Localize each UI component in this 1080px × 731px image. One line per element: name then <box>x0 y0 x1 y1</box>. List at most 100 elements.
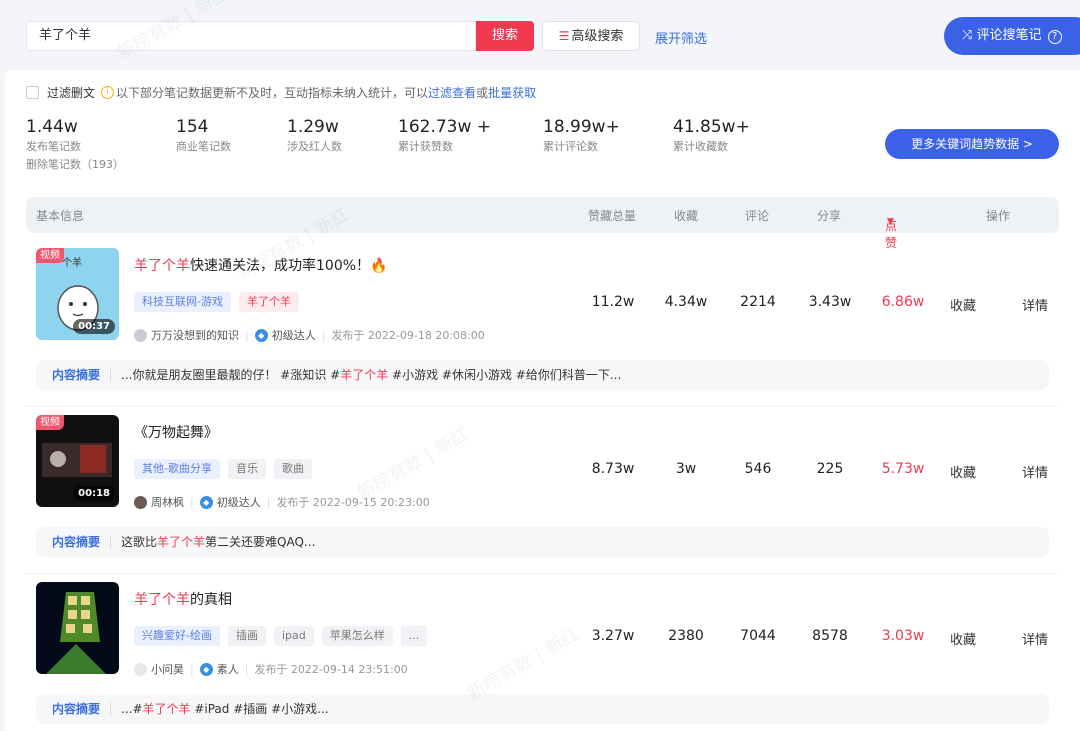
tag-category[interactable]: 兴趣爱好-绘画 <box>134 626 220 646</box>
expand-filter-link[interactable]: 展开筛选 <box>655 28 707 47</box>
summary-keyword: 羊了个羊 <box>143 702 191 716</box>
author-avatar <box>134 663 147 676</box>
note-title[interactable]: 羊了个羊快速通关法，成功率100%！🔥 <box>134 255 387 275</box>
sort-desc-icon: ▼ <box>887 217 894 227</box>
or-text: 或 <box>476 84 488 101</box>
stat-label: 累计获赞数 <box>398 138 491 156</box>
stat-label: 发布笔记数 <box>26 138 124 156</box>
comments-value: 7044 <box>723 628 793 644</box>
shuffle-icon: ⤨ <box>962 28 972 43</box>
batch-fetch-link[interactable]: 批量获取 <box>488 84 536 101</box>
table-row: 个羊 视频 00:37 羊了个羊快速通关法，成功率100%！🔥 科技互联网-游戏… <box>26 240 1059 407</box>
stat-value: 162.73w + <box>398 116 491 138</box>
author-name[interactable]: 万万没想到的知识 <box>151 327 239 343</box>
title-text: 的真相 <box>190 592 232 608</box>
note-thumbnail[interactable]: 个羊 视频 00:37 <box>36 248 119 340</box>
author-name[interactable]: 小问昊 <box>151 661 184 677</box>
summary-label: 内容摘要 <box>36 535 111 549</box>
stat-sublabel: 删除笔记数（193） <box>26 156 124 174</box>
top-bar: 羊了个羊 搜索 ☰高级搜索 展开筛选 ⤨ 评论搜笔记 ? <box>0 0 1080 70</box>
tag-topic[interactable]: 苹果怎么样 <box>322 626 393 646</box>
note-thumbnail[interactable]: 视频 00:18 <box>36 415 119 507</box>
summary-text: 这歌比 <box>121 535 157 549</box>
summary-keyword: 羊了个羊 <box>340 368 388 382</box>
publish-time: 发布于 2022-09-18 20:08:00 <box>331 327 484 343</box>
more-keyword-trend-button[interactable]: 更多关键词趋势数据 > <box>885 129 1059 159</box>
stat-label: 涉及红人数 <box>287 138 342 156</box>
tag-topic[interactable]: 音乐 <box>228 459 266 479</box>
stat-favorites: 41.85w+ 累计收藏数 <box>673 116 750 156</box>
publish-time: 发布于 2022-09-14 23:51:00 <box>254 661 407 677</box>
comment-search-note-button[interactable]: ⤨ 评论搜笔记 ? <box>944 17 1080 55</box>
content-summary: 内容摘要 ...#羊了个羊 #iPad #插画 #小游戏... <box>36 694 1049 724</box>
title-keyword: 羊了个羊 <box>134 592 190 608</box>
sheep-game-tower-image <box>36 582 119 674</box>
tag-topic[interactable]: 歌曲 <box>274 459 312 479</box>
stat-label: 累计收藏数 <box>673 138 750 156</box>
stat-published: 1.44w 发布笔记数 删除笔记数（193） <box>26 116 124 174</box>
stat-likes: 162.73w + 累计获赞数 <box>398 116 491 156</box>
summary-text: ...# <box>121 702 143 716</box>
detail-button[interactable]: 详情 <box>1022 629 1048 648</box>
likes-value: 5.73w <box>868 461 938 477</box>
thumb-caption: 个羊 <box>62 254 82 269</box>
filter-deleted-label: 过滤删文 <box>47 84 95 101</box>
col-comments[interactable]: 评论 <box>745 207 769 224</box>
detail-button[interactable]: 详情 <box>1022 295 1048 314</box>
stat-value: 1.29w <box>287 116 342 138</box>
divider: | <box>190 496 194 509</box>
col-total[interactable]: 赞藏总量 <box>588 207 636 224</box>
detail-button[interactable]: 详情 <box>1022 462 1048 481</box>
advanced-search-label: 高级搜索 <box>571 29 623 44</box>
stat-influencers: 1.29w 涉及红人数 <box>287 116 342 156</box>
more-tags-button[interactable]: ... <box>401 626 428 646</box>
collect-button[interactable]: 收藏 <box>950 629 976 648</box>
total-value: 11.2w <box>578 294 648 310</box>
note-tags: 科技互联网-游戏 羊了个羊 <box>134 292 299 312</box>
table-row: 视频 00:18 《万物起舞》 其他-歌曲分享 音乐 歌曲 周林枫 | ◆ 初级… <box>26 407 1059 574</box>
collect-button[interactable]: 收藏 <box>950 295 976 314</box>
filter-deleted-checkbox[interactable] <box>26 86 39 99</box>
stat-value: 154 <box>176 116 231 138</box>
summary-text: #iPad #插画 #小游戏... <box>191 702 329 716</box>
summary-text: ...你就是朋友圈里最靓的仔！ #涨知识 # <box>121 368 340 382</box>
search-button[interactable]: 搜索 <box>476 21 534 51</box>
search-input[interactable]: 羊了个羊 <box>26 21 476 51</box>
total-value: 8.73w <box>578 461 648 477</box>
level-badge-icon: ◆ <box>200 663 213 676</box>
summary-label: 内容摘要 <box>36 702 111 716</box>
favorites-value: 4.34w <box>651 294 721 310</box>
tag-category[interactable]: 科技互联网-游戏 <box>134 292 231 312</box>
author-level: 初级达人 <box>272 327 316 343</box>
likes-value: 6.86w <box>868 294 938 310</box>
help-icon[interactable]: ? <box>1048 30 1062 44</box>
col-actions: 操作 <box>986 207 1010 224</box>
tag-topic[interactable]: ipad <box>274 626 314 646</box>
stat-value: 18.99w+ <box>543 116 620 138</box>
divider: | <box>245 663 249 676</box>
collect-button[interactable]: 收藏 <box>950 462 976 481</box>
tag-category[interactable]: 其他-歌曲分享 <box>134 459 220 479</box>
col-basic-info: 基本信息 <box>36 207 84 224</box>
filter-view-link[interactable]: 过滤查看 <box>428 84 476 101</box>
tag-keyword[interactable]: 羊了个羊 <box>239 292 299 312</box>
author-level: 初级达人 <box>217 494 261 510</box>
comments-value: 2214 <box>723 294 793 310</box>
summary-label: 内容摘要 <box>36 368 111 382</box>
note-title[interactable]: 羊了个羊的真相 <box>134 589 232 609</box>
col-shares[interactable]: 分享 <box>817 207 841 224</box>
author-name[interactable]: 周林枫 <box>151 494 184 510</box>
note-tags: 兴趣爱好-绘画 插画 ipad 苹果怎么样 ... <box>134 626 427 646</box>
stat-commercial: 154 商业笔记数 <box>176 116 231 156</box>
note-title[interactable]: 《万物起舞》 <box>134 422 218 442</box>
tag-topic[interactable]: 插画 <box>228 626 266 646</box>
likes-value: 3.03w <box>868 628 938 644</box>
comments-value: 546 <box>723 461 793 477</box>
note-thumbnail[interactable] <box>36 582 119 674</box>
summary-text: 第二关还要难QAQ... <box>205 535 315 549</box>
summary-text: #小游戏 #休闲小游戏 #给你们科普一下... <box>388 368 621 382</box>
advanced-search-button[interactable]: ☰高级搜索 <box>542 21 640 51</box>
col-favorites[interactable]: 收藏 <box>674 207 698 224</box>
favorites-value: 2380 <box>651 628 721 644</box>
favorites-value: 3w <box>651 461 721 477</box>
